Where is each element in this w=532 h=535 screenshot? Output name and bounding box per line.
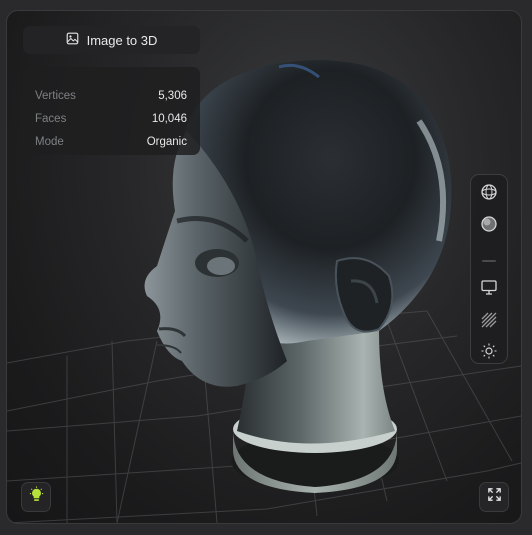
light-toggle-button[interactable] xyxy=(21,482,51,512)
view-toolbar xyxy=(470,174,508,364)
stat-value: Organic xyxy=(146,136,187,148)
sun-icon xyxy=(480,342,498,365)
fullscreen-button[interactable] xyxy=(479,482,509,512)
model-viewer[interactable]: Image to 3D Mode Organic Faces 10,046 Ve… xyxy=(6,10,522,524)
lighting-button[interactable] xyxy=(477,341,501,365)
wireframe-sphere-icon xyxy=(480,183,498,206)
texture-hatch-icon xyxy=(480,311,498,334)
shaded-button[interactable] xyxy=(477,214,501,238)
wireframe-button[interactable] xyxy=(477,182,501,206)
lightbulb-icon xyxy=(28,486,45,508)
display-button[interactable] xyxy=(477,277,501,301)
stat-label: Vertices xyxy=(35,90,76,102)
image-icon xyxy=(66,32,79,48)
shaded-sphere-icon xyxy=(480,215,498,238)
monitor-icon xyxy=(480,278,498,301)
stat-row: Mode Organic xyxy=(35,133,187,151)
stat-row: Vertices 5,306 xyxy=(35,87,187,105)
texture-button[interactable] xyxy=(477,310,501,334)
stat-value: 5,306 xyxy=(158,90,187,102)
stat-row: Faces 10,046 xyxy=(35,110,187,128)
stat-value: 10,046 xyxy=(151,113,187,125)
mode-indicator[interactable]: Image to 3D xyxy=(23,26,200,54)
fullscreen-icon xyxy=(486,486,503,508)
mesh-stats-panel: Mode Organic Faces 10,046 Vertices 5,306 xyxy=(23,67,200,155)
toolbar-divider xyxy=(482,260,496,262)
mode-label: Image to 3D xyxy=(86,32,158,48)
stat-label: Faces xyxy=(35,113,67,125)
stat-label: Mode xyxy=(35,136,64,148)
